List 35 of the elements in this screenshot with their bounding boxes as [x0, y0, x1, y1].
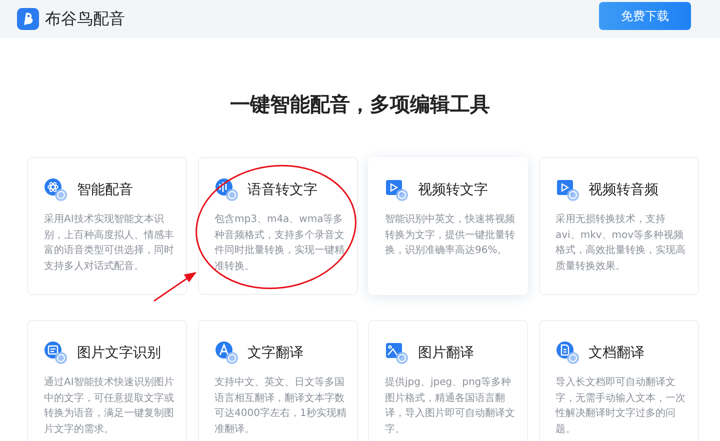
- feature-card[interactable]: 语音转文字 包含mp3、m4a、wma等多种音频格式，支持多个录音文件同时批量转换，实现一键精准转换。: [198, 157, 358, 295]
- feature-title: 视频转音频: [588, 181, 658, 199]
- annotation-arrow: [154, 272, 197, 302]
- feature-card[interactable]: 图片翻译 提供jpg、jpeg、png等多种图片格式，精通各国语言翻译，导入图片即可自动翻译文字。: [368, 320, 528, 441]
- atom-icon: [44, 178, 68, 202]
- feature-title: 文档翻译: [588, 344, 644, 362]
- video-play-icon: [385, 178, 409, 202]
- feature-card[interactable]: 智能配音 采用AI技术实现智能文本识别，上百种高度拟人、情感丰富的语音类型可供选择，同时支持多人对话式配音。: [27, 157, 187, 295]
- feature-title: 视频转文字: [418, 181, 488, 199]
- sound-wave-icon: [214, 178, 238, 202]
- feature-description: 支持中文、英文、日文等多国语言相互翻译，翻译文本字数可达4000字左右，1秒实现精准翻译。: [214, 376, 346, 436]
- feature-card[interactable]: 文档翻译 导入长文档即可自动翻译文字，无需手动输入文本，一次性解决翻译时文字过多的问题。: [538, 320, 698, 441]
- document-icon: [556, 341, 580, 365]
- feature-description: 采用无损转换技术，支持avi、mkv、mov等多种视频格式，高效批量转换，实现高质量转换效果。: [556, 212, 686, 274]
- feature-title: 语音转文字: [248, 181, 318, 199]
- feature-description: 包含mp3、m4a、wma等多种音频格式，支持多个录音文件同时批量转换，实现一键精准转换。: [214, 212, 346, 274]
- feature-title: 文字翻译: [248, 344, 304, 362]
- feature-title: 图片文字识别: [77, 344, 161, 362]
- feature-title: 图片翻译: [418, 344, 474, 362]
- feature-description: 通过AI智能技术快速识别图片中的文字，可任意提取文字或转换为语音，满足一键复制图片文字的需求。: [44, 376, 175, 436]
- letter-a-icon: [214, 341, 238, 365]
- feature-description: 导入长文档即可自动翻译文字，无需手动输入文本，一次性解决翻译时文字过多的问题。: [556, 376, 686, 436]
- image-icon: [385, 341, 409, 365]
- feature-card[interactable]: 视频转音频 采用无损转换技术，支持avi、mkv、mov等多种视频格式，高效批量转换，实现高质量转换效果。: [538, 157, 698, 295]
- feature-title: 智能配音: [77, 181, 133, 199]
- video-play-icon: [556, 178, 580, 202]
- feature-description: 智能识别中英文，快速将视频转换为文字，提供一键批量转换，识别准确率高达96%。: [385, 212, 516, 258]
- headline: 一键智能配音，多项编辑工具: [229, 91, 491, 118]
- feature-description: 采用AI技术实现智能文本识别，上百种高度拟人、情感丰富的语音类型可供选择，同时支持多人对话式配音。: [44, 212, 175, 274]
- feature-card[interactable]: 文字翻译 支持中文、英文、日文等多国语言相互翻译，翻译文本字数可达4000字左右，1秒实现精准翻译。: [198, 320, 358, 441]
- image-frame-icon: [44, 341, 68, 365]
- feature-card[interactable]: 视频转文字 智能识别中英文，快速将视频转换为文字，提供一键批量转换，识别准确率高达96%。: [368, 157, 528, 295]
- brand-name: 布谷鸟配音: [45, 8, 125, 30]
- feature-card[interactable]: 图片文字识别 通过AI智能技术快速识别图片中的文字，可任意提取文字或转换为语音，满足一键复制图片文字的需求。: [27, 320, 187, 441]
- feature-description: 提供jpg、jpeg、png等多种图片格式，精通各国语言翻译，导入图片即可自动翻译文字。: [385, 376, 516, 436]
